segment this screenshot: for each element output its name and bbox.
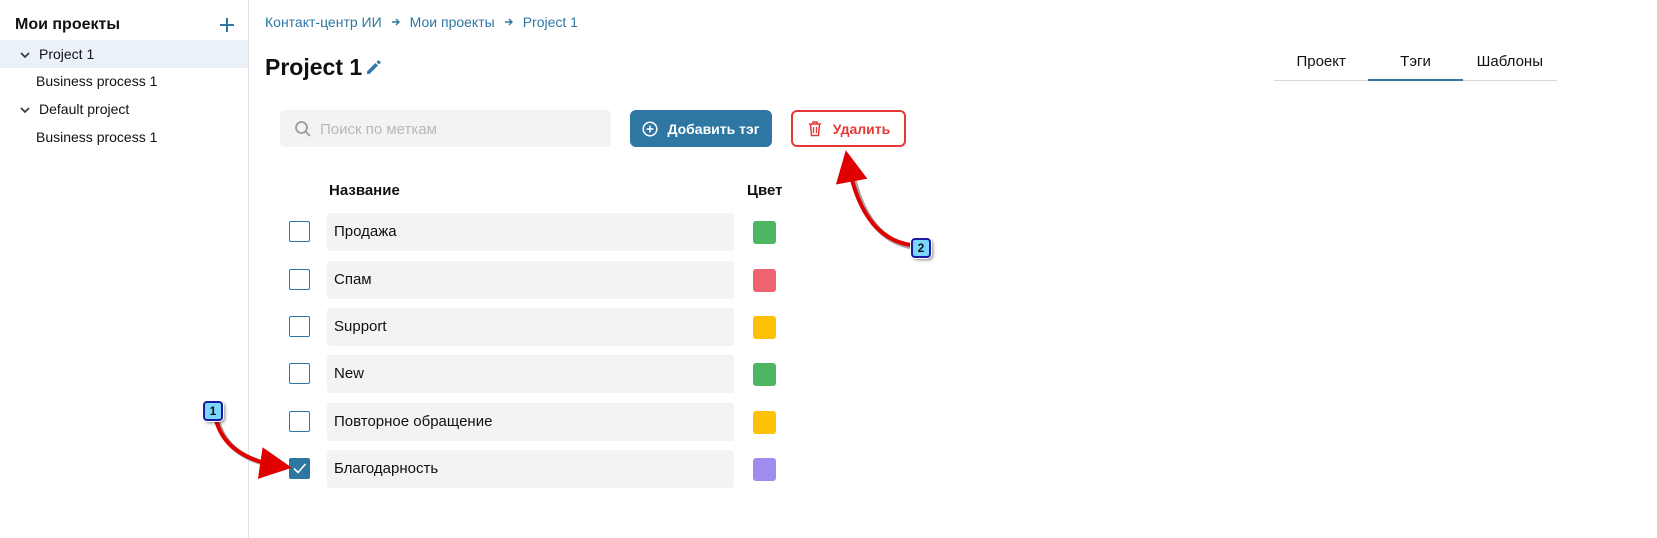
arrow-right-icon <box>391 18 400 26</box>
annotation-callout-2: 2 <box>911 238 931 258</box>
plus-icon[interactable] <box>218 16 236 34</box>
tag-name-field[interactable]: Повторное обращение <box>327 403 734 441</box>
pencil-icon[interactable] <box>364 57 384 77</box>
add-tag-button[interactable]: Добавить тэг <box>630 110 772 147</box>
annotation-arrow-2 <box>847 161 914 250</box>
breadcrumb-link[interactable]: Контакт-центр ИИ <box>265 14 382 30</box>
breadcrumb-current[interactable]: Project 1 <box>523 14 578 30</box>
tab-tags[interactable]: Тэги <box>1368 44 1463 81</box>
chevron-down-icon[interactable] <box>19 104 31 116</box>
search-input[interactable] <box>318 110 607 149</box>
search-box <box>280 110 611 149</box>
row-checkbox[interactable] <box>289 316 310 337</box>
table-row: Продажа <box>0 213 800 251</box>
row-checkbox[interactable] <box>289 458 310 479</box>
breadcrumb-link[interactable]: Мои проекты <box>410 14 495 30</box>
table-row: Повторное обращение <box>0 403 800 441</box>
tab-bar: Проект Тэги Шаблоны <box>1274 44 1557 81</box>
delete-button[interactable]: Удалить <box>791 110 906 147</box>
tab-templates[interactable]: Шаблоны <box>1463 44 1557 80</box>
breadcrumb: Контакт-центр ИИ Мои проекты Project 1 <box>265 14 578 30</box>
sidebar-item-label: Business process 1 <box>36 73 158 89</box>
color-swatch[interactable] <box>753 221 776 244</box>
color-swatch[interactable] <box>753 411 776 434</box>
tab-project[interactable]: Проект <box>1274 44 1368 80</box>
table-row: New <box>0 355 800 393</box>
sidebar-item-default-project[interactable]: Default project <box>0 95 248 123</box>
tag-name-field[interactable]: Продажа <box>327 213 734 251</box>
checkmark-icon <box>293 463 307 474</box>
plus-circle-icon <box>642 120 658 137</box>
annotation-arrow-2 <box>835 150 912 247</box>
tag-name-field[interactable]: Спам <box>327 261 734 299</box>
chevron-down-icon[interactable] <box>19 49 31 61</box>
tag-name-field[interactable]: Support <box>327 308 734 346</box>
sidebar-item-label: Project 1 <box>39 46 95 62</box>
sidebar-item-label: Default project <box>39 101 130 117</box>
arrow-right-icon <box>504 18 513 26</box>
sidebar-title: Мои проекты <box>15 16 120 33</box>
sidebar-item-business-process[interactable]: Business process 1 <box>0 123 248 151</box>
column-header-name: Название <box>329 182 400 199</box>
tag-name-field[interactable]: New <box>327 355 734 393</box>
search-icon <box>295 121 311 137</box>
sidebar-item-project-1[interactable]: Project 1 <box>0 40 248 68</box>
table-row: Спам <box>0 261 800 299</box>
annotation-callout-1: 1 <box>203 401 223 421</box>
row-checkbox[interactable] <box>289 363 310 384</box>
color-swatch[interactable] <box>753 269 776 292</box>
column-header-color: Цвет <box>747 182 783 199</box>
row-checkbox[interactable] <box>289 221 310 242</box>
row-checkbox[interactable] <box>289 269 310 290</box>
sidebar-item-label: Business process 1 <box>36 129 158 145</box>
trash-icon <box>808 121 821 137</box>
color-swatch[interactable] <box>753 363 776 386</box>
delete-label: Удалить <box>832 120 891 137</box>
tag-name-field[interactable]: Благодарность <box>327 450 734 488</box>
sidebar-item-business-process[interactable]: Business process 1 <box>0 67 248 95</box>
color-swatch[interactable] <box>753 458 776 481</box>
table-row: Support <box>0 308 800 346</box>
row-checkbox[interactable] <box>289 411 310 432</box>
table-row: Благодарность <box>0 450 800 488</box>
page-title: Project 1 <box>265 54 363 80</box>
color-swatch[interactable] <box>753 316 776 339</box>
add-tag-label: Добавить тэг <box>667 120 760 137</box>
